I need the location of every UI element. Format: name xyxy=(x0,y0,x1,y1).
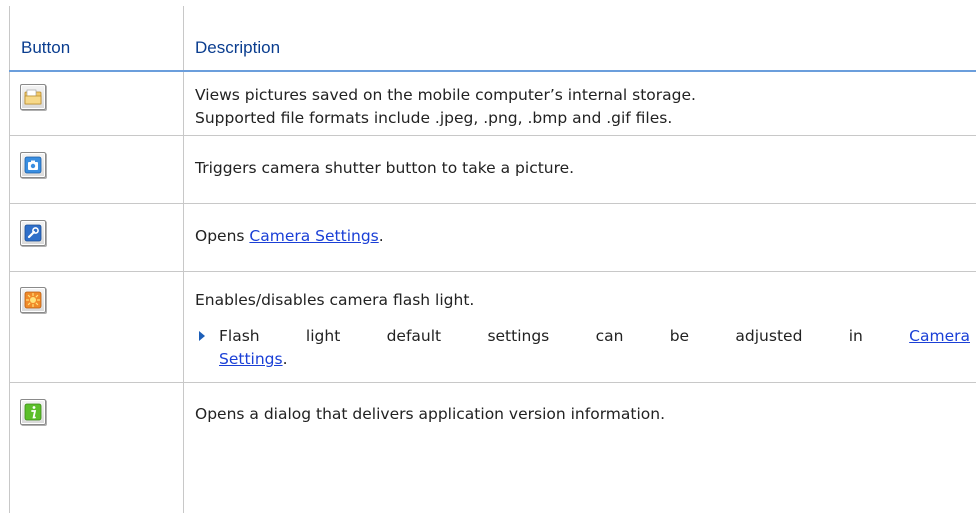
button-description-table: Button Description Views pictures saved … xyxy=(0,0,976,513)
note-line-1: Flash light default settings can be adju… xyxy=(219,325,970,348)
row-1-description: Views pictures saved on the mobile compu… xyxy=(195,84,970,130)
header-button: Button xyxy=(21,38,71,57)
table-left-border xyxy=(9,6,10,513)
row-3-prefix: Opens xyxy=(195,227,250,245)
row-3-description: Opens Camera Settings. xyxy=(195,225,970,248)
row-1-line-1: Views pictures saved on the mobile compu… xyxy=(195,86,696,104)
camera-settings-note-link-part1[interactable]: Camera xyxy=(909,327,970,345)
camera-settings-link[interactable]: Camera Settings xyxy=(249,227,378,245)
row-divider xyxy=(9,271,976,272)
header-rule xyxy=(9,70,976,72)
row-1-line-2: Supported file formats include .jpeg, .p… xyxy=(195,109,673,127)
header-description: Description xyxy=(195,38,281,57)
table-column-divider xyxy=(183,6,184,513)
camera-settings-note-link-part2[interactable]: Settings xyxy=(219,350,283,368)
camera-shutter-button[interactable] xyxy=(20,152,46,178)
camera-settings-button[interactable] xyxy=(20,220,46,246)
row-divider xyxy=(9,203,976,204)
camera-shutter-icon xyxy=(24,156,42,174)
note-line-2: Settings. xyxy=(219,348,970,371)
row-4-note-text: Flash light default settings can be adju… xyxy=(219,325,970,371)
open-folder-icon xyxy=(24,89,42,105)
flash-toggle-button[interactable] xyxy=(20,287,46,313)
note-prefix: Flash light default settings can be adju… xyxy=(219,327,910,345)
row-2-description: Triggers camera shutter button to take a… xyxy=(195,159,575,177)
flash-sun-icon xyxy=(24,291,42,309)
wrench-settings-icon xyxy=(24,224,42,242)
row-divider xyxy=(9,135,976,136)
note-suffix: . xyxy=(282,350,288,368)
row-3-suffix: . xyxy=(378,227,384,245)
row-4-description: Enables/disables camera flash light. xyxy=(195,291,475,309)
row-divider xyxy=(9,382,976,383)
bullet-arrow-icon xyxy=(199,331,205,341)
info-icon xyxy=(24,403,42,421)
open-folder-button[interactable] xyxy=(20,84,46,110)
info-button[interactable] xyxy=(20,399,46,425)
row-5-description: Opens a dialog that delivers application… xyxy=(195,405,666,423)
